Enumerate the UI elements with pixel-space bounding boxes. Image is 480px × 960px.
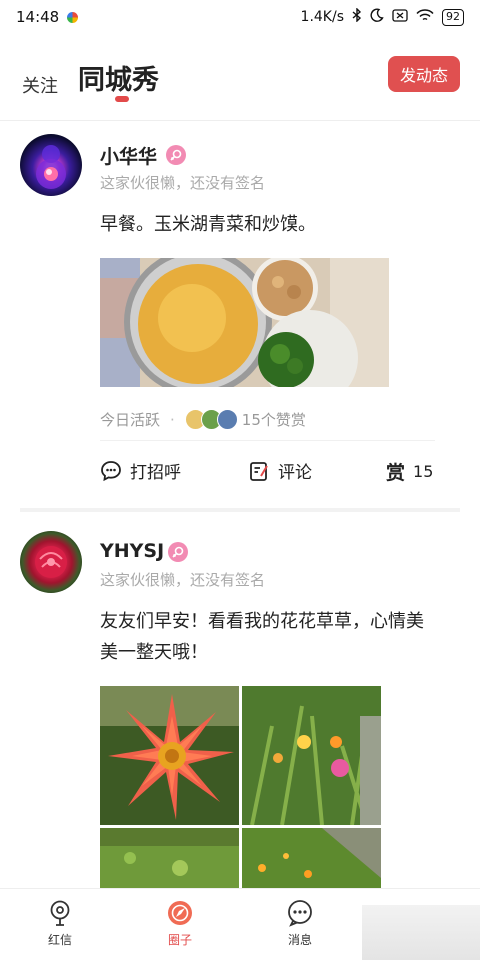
sim-off-icon (392, 8, 408, 26)
nav-label: 圈子 (167, 933, 192, 947)
wifi-icon (416, 8, 434, 26)
greet-button[interactable]: 打招呼 (100, 458, 181, 483)
chat-bubble-icon (288, 900, 312, 927)
comment-button[interactable]: 评论 (248, 458, 312, 483)
user-signature: 这家伙很懒，还没有签名 (100, 571, 266, 589)
reward-button[interactable]: 赏 15 (386, 458, 433, 485)
status-time: 14:48 (16, 8, 60, 26)
post-image[interactable] (100, 686, 239, 825)
liker-avatars[interactable] (184, 409, 238, 430)
female-gender-icon (168, 542, 188, 562)
reward-count: 15 (413, 462, 434, 481)
nav-item-hongxin[interactable]: 红信 (20, 899, 100, 948)
active-tab-indicator (115, 96, 129, 102)
battery-indicator: 92 (442, 8, 464, 26)
nav-item-circle[interactable]: 圈子 (140, 899, 220, 948)
reward-icon: 赏 (386, 462, 406, 484)
user-name[interactable]: YHYSJ (100, 540, 164, 562)
row-divider (100, 440, 435, 441)
activity-row: 今日活跃 · 15个赞赏 (100, 409, 306, 430)
separator-dot: · (170, 410, 175, 429)
location-pin-icon (50, 900, 70, 926)
liker-avatar (216, 409, 238, 430)
activity-status: 今日活跃 (100, 411, 161, 429)
moon-icon (370, 8, 384, 26)
overlay-shade (362, 905, 480, 960)
post-image[interactable] (242, 686, 381, 825)
post-text: 早餐。玉米湖青菜和炒馍。 (100, 214, 316, 235)
post-text: 友友们早安！看看我的花花草草，心情美美一整天哦！ (100, 611, 424, 663)
avatar[interactable] (20, 134, 82, 196)
user-signature: 这家伙很懒，还没有签名 (100, 174, 266, 192)
chat-smile-icon (101, 460, 121, 481)
tab-city-show[interactable]: 同城秀 (78, 58, 159, 97)
comment-label: 评论 (278, 463, 312, 483)
compass-icon (168, 901, 192, 925)
greet-label: 打招呼 (130, 463, 181, 483)
post-divider (20, 508, 460, 512)
female-gender-icon (166, 145, 186, 165)
status-bar: 14:48 1.4K/s 92 (0, 0, 480, 34)
likes-count[interactable]: 15个赞赏 (242, 409, 306, 430)
top-header: 关注 同城秀 发动态 (0, 50, 480, 120)
network-speed: 1.4K/s (300, 9, 344, 25)
tab-follow[interactable]: 关注 (22, 72, 58, 98)
edit-note-icon (250, 461, 268, 481)
gourd-ornament-image (36, 145, 66, 189)
nav-label: 红信 (47, 933, 72, 947)
app-notification-icon (67, 11, 79, 23)
post-dynamic-button[interactable]: 发动态 (388, 56, 460, 92)
nav-label: 消息 (287, 933, 312, 947)
post-image[interactable] (242, 828, 381, 888)
bluetooth-icon (352, 7, 362, 26)
post-image[interactable] (100, 828, 239, 888)
avatar[interactable] (20, 531, 82, 593)
rose-image (35, 546, 67, 578)
user-name[interactable]: 小华华 (100, 142, 157, 169)
nav-item-messages[interactable]: 消息 (260, 899, 340, 948)
post-image[interactable] (100, 258, 389, 387)
header-divider (0, 120, 480, 121)
